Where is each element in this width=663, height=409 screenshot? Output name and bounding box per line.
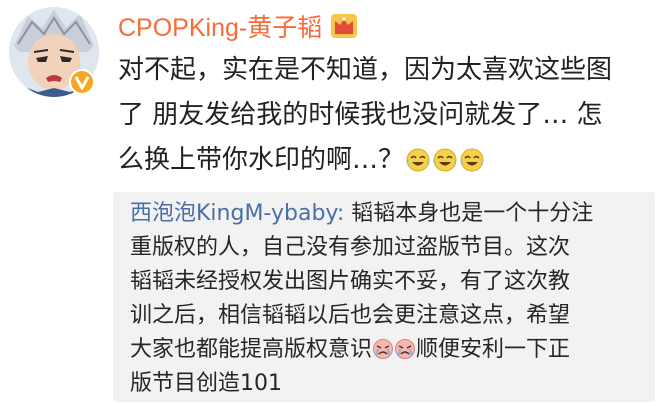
laugh-cry-emoji-icon	[406, 148, 430, 172]
crying-emoji-icon	[373, 339, 394, 359]
crying-emoji-icon	[395, 339, 416, 359]
quote-line: 重版权的人，自己没有参加过盗版节目。这次	[130, 235, 571, 260]
quote-line: 西泡泡KingM-ybaby: 韬韬本身也是一个十分注	[130, 197, 650, 231]
quote-line-text: 韬韬本身也是一个十分注	[344, 201, 594, 226]
comment-line: 了 朋友发给我的时候我也没问就发了… 怎	[118, 100, 603, 130]
quote-line: 版节目创造101	[130, 371, 282, 396]
quote-line: 训之后，相信韬韬以后也会更注意这点，希望	[130, 303, 571, 328]
verified-badge-icon	[69, 69, 95, 95]
vip-crown-icon	[331, 14, 358, 38]
quote-line-text: 大家也都能提高版权意识	[130, 337, 373, 362]
comment-body: 对不起，实在是不知道，因为太喜欢这些图 了 朋友发给我的时候我也没问就发了… 怎…	[118, 48, 650, 183]
quote-line: 大家也都能提高版权意识 顺便安利一下正	[130, 333, 650, 367]
laugh-cry-emoji-icon	[460, 148, 484, 172]
laugh-cry-emoji-icon	[433, 148, 457, 172]
comment-line: 么换上带你水印的啊…？	[118, 138, 650, 183]
quote-author-link[interactable]: 西泡泡KingM-ybaby:	[130, 201, 344, 226]
username-link[interactable]: CPOPKing-黄子韬	[118, 8, 322, 44]
comment-header: CPOPKing-黄子韬	[118, 6, 358, 46]
quote-line-text: 顺便安利一下正	[416, 337, 571, 362]
quote-line: 韬韬未经授权发出图片确实不妥，有了这次教	[130, 269, 571, 294]
comment-line: 对不起，实在是不知道，因为太喜欢这些图	[118, 55, 613, 85]
quoted-reply-text: 西泡泡KingM-ybaby: 韬韬本身也是一个十分注 重版权的人，自己没有参加…	[130, 197, 650, 401]
user-avatar[interactable]	[8, 6, 100, 98]
comment-line-text: 么换上带你水印的啊…？	[118, 145, 405, 175]
